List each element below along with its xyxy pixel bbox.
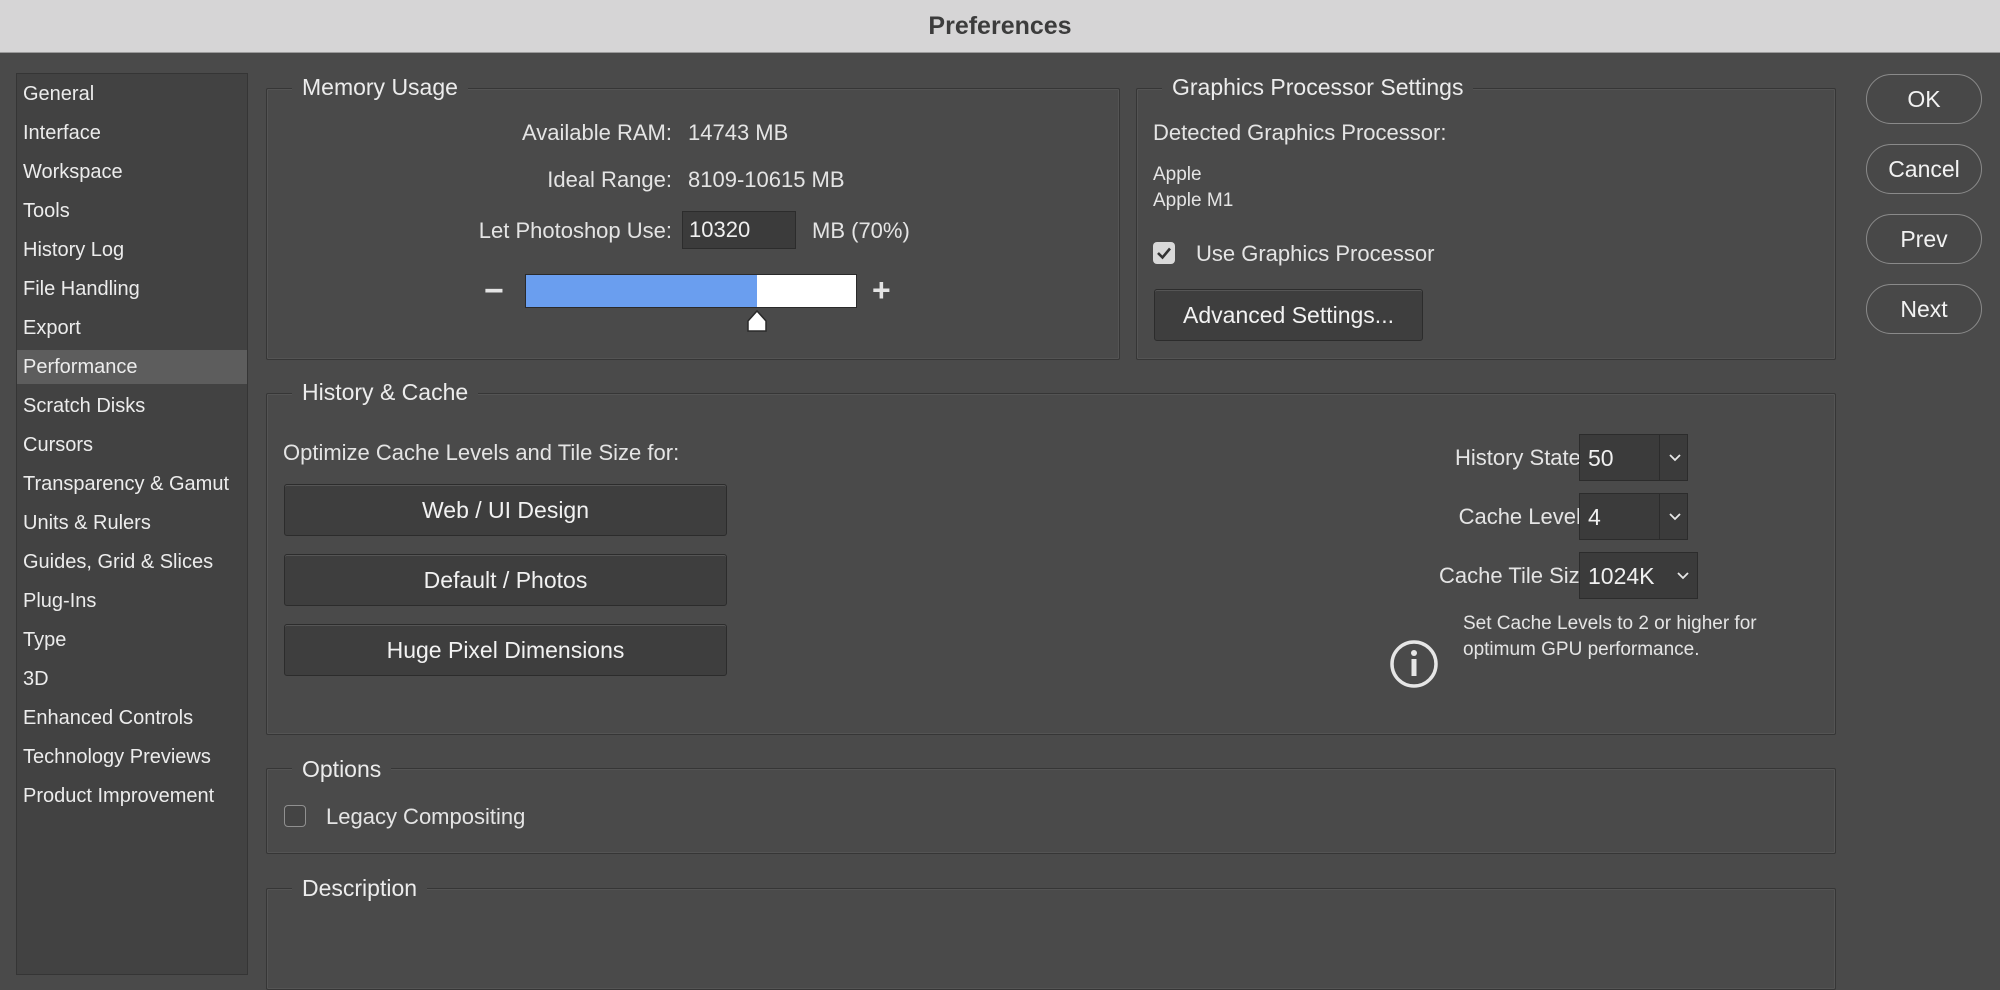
memory-use-suffix: MB (70%): [812, 218, 910, 243]
chevron-down-icon: [1677, 572, 1689, 580]
default-photos-button[interactable]: Default / Photos: [284, 554, 727, 606]
sidebar-item-file-handling[interactable]: File Handling: [17, 272, 247, 306]
options-title: Options: [292, 756, 392, 783]
window-title: Preferences: [928, 11, 1072, 40]
sidebar-item-technology-previews[interactable]: Technology Previews: [17, 740, 247, 774]
sidebar-item-enhanced-controls[interactable]: Enhanced Controls: [17, 701, 247, 735]
sidebar-item-transparency-gamut[interactable]: Transparency & Gamut: [17, 467, 247, 501]
history-cache-title: History & Cache: [292, 379, 479, 406]
ok-button[interactable]: OK: [1866, 74, 1982, 124]
sidebar-item-export[interactable]: Export: [17, 311, 247, 345]
ideal-range-value: 8109-10615 MB: [688, 167, 845, 192]
cache-tile-size-select[interactable]: 1024K: [1579, 552, 1698, 599]
legacy-compositing-label[interactable]: Legacy Compositing: [326, 804, 525, 830]
gpu-vendor: Apple: [1153, 164, 1202, 185]
sidebar-item-history-log[interactable]: History Log: [17, 233, 247, 267]
cache-levels-label: Cache Levels:: [1458, 504, 1598, 529]
memory-use-input[interactable]: [682, 211, 796, 249]
memory-slider-fill: [526, 275, 757, 307]
sidebar-item-general[interactable]: General: [17, 77, 247, 111]
history-states-combo[interactable]: 50: [1579, 434, 1688, 481]
available-ram-label: Available RAM:: [522, 120, 672, 145]
use-gpu-checkbox[interactable]: [1153, 242, 1175, 264]
advanced-settings-button[interactable]: Advanced Settings...: [1154, 289, 1423, 341]
cache-tile-size-label: Cache Tile Size:: [1439, 563, 1598, 588]
description-title: Description: [292, 875, 428, 902]
sidebar-item-type[interactable]: Type: [17, 623, 247, 657]
sidebar-item-scratch-disks[interactable]: Scratch Disks: [17, 389, 247, 423]
next-button[interactable]: Next: [1866, 284, 1982, 334]
use-gpu-label[interactable]: Use Graphics Processor: [1196, 241, 1434, 267]
gpu-settings-title: Graphics Processor Settings: [1162, 74, 1474, 101]
memory-slider-thumb[interactable]: [744, 309, 770, 335]
cache-tile-size-value: 1024K: [1588, 563, 1655, 589]
memory-decrease-button[interactable]: −: [484, 272, 504, 311]
chevron-down-icon: [1669, 454, 1681, 462]
description-group: [266, 888, 1836, 990]
memory-increase-button[interactable]: +: [872, 272, 891, 309]
photoshop-use-label: Let Photoshop Use:: [478, 218, 672, 243]
cancel-button[interactable]: Cancel: [1866, 144, 1982, 194]
info-text-line-1: Set Cache Levels to 2 or higher for: [1463, 613, 1757, 634]
sidebar-item-performance[interactable]: Performance: [17, 350, 247, 384]
sidebar-item-product-improvement[interactable]: Product Improvement: [17, 779, 247, 813]
checkmark-icon: [1157, 247, 1171, 260]
title-bar: Preferences: [0, 0, 2000, 53]
info-text-line-2: optimum GPU performance.: [1463, 639, 1700, 660]
ideal-range-label: Ideal Range:: [547, 167, 672, 192]
history-states-value: 50: [1588, 445, 1614, 471]
detected-gpu-label: Detected Graphics Processor:: [1153, 120, 1447, 145]
sidebar-item-3d[interactable]: 3D: [17, 662, 247, 696]
history-states-label: History States:: [1454, 445, 1598, 470]
preferences-sidebar: General Interface Workspace Tools Histor…: [16, 73, 248, 975]
memory-slider[interactable]: [525, 274, 857, 308]
prev-button[interactable]: Prev: [1866, 214, 1982, 264]
cache-levels-value: 4: [1588, 504, 1601, 530]
info-icon: [1390, 640, 1438, 688]
gpu-model: Apple M1: [1153, 190, 1234, 211]
cache-levels-combo[interactable]: 4: [1579, 493, 1688, 540]
sidebar-item-workspace[interactable]: Workspace: [17, 155, 247, 189]
web-ui-design-button[interactable]: Web / UI Design: [284, 484, 727, 536]
optimize-label: Optimize Cache Levels and Tile Size for:: [283, 440, 680, 465]
sidebar-item-interface[interactable]: Interface: [17, 116, 247, 150]
huge-pixel-dimensions-button[interactable]: Huge Pixel Dimensions: [284, 624, 727, 676]
memory-usage-title: Memory Usage: [292, 74, 468, 101]
sidebar-item-tools[interactable]: Tools: [17, 194, 247, 228]
sidebar-item-cursors[interactable]: Cursors: [17, 428, 247, 462]
available-ram-value: 14743 MB: [688, 120, 789, 145]
legacy-compositing-checkbox[interactable]: [284, 805, 306, 827]
memory-use-input-text[interactable]: [689, 212, 789, 248]
sidebar-item-guides-grid-slices[interactable]: Guides, Grid & Slices: [17, 545, 247, 579]
sidebar-item-units-rulers[interactable]: Units & Rulers: [17, 506, 247, 540]
sidebar-item-plug-ins[interactable]: Plug-Ins: [17, 584, 247, 618]
chevron-down-icon: [1669, 513, 1681, 521]
